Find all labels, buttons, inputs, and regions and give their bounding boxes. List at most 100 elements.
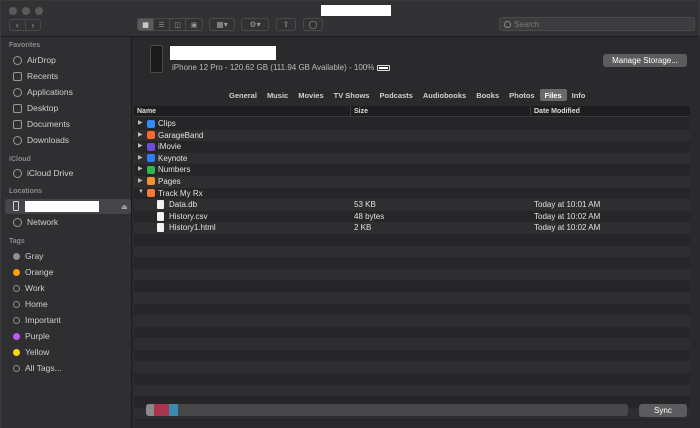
tab-general[interactable]: General bbox=[224, 89, 262, 101]
row-size: 2 KB bbox=[354, 223, 372, 233]
sidebar-item-documents[interactable]: Documents bbox=[13, 117, 70, 131]
table-row[interactable]: History1.html 2 KB Today at 10:02 AM bbox=[134, 222, 690, 234]
action-button[interactable]: ⚙▾ bbox=[241, 18, 269, 31]
zoom-window-icon[interactable] bbox=[35, 7, 43, 15]
table-row[interactable]: Data.db 53 KB Today at 10:01 AM bbox=[134, 199, 690, 211]
locations-section-title: Locations bbox=[9, 188, 43, 195]
sidebar-item-icloud-drive[interactable]: iCloud Drive bbox=[13, 166, 73, 180]
file-icon bbox=[157, 223, 164, 233]
applications-icon bbox=[13, 87, 22, 97]
tab-info[interactable]: Info bbox=[567, 89, 591, 101]
desktop-icon bbox=[13, 103, 22, 113]
storage-bar bbox=[146, 404, 628, 416]
table-row[interactable]: ▶ Pages bbox=[134, 175, 690, 188]
tab-photos[interactable]: Photos bbox=[504, 89, 539, 101]
table-row bbox=[134, 280, 690, 292]
table-row[interactable]: ▶ Numbers bbox=[134, 164, 690, 176]
eject-icon[interactable]: ⏏ bbox=[121, 203, 128, 211]
airdrop-icon bbox=[13, 55, 22, 65]
sidebar-tag-item[interactable]: Important bbox=[13, 313, 61, 327]
table-row[interactable]: ▶ GarageBand bbox=[134, 129, 690, 142]
app-icon bbox=[147, 131, 155, 140]
group-by-button[interactable]: ▦▾ bbox=[209, 18, 235, 31]
sidebar-item-applications[interactable]: Applications bbox=[13, 85, 73, 99]
tag-color-dot-icon bbox=[13, 348, 20, 356]
tag-color-dot-icon bbox=[13, 316, 20, 324]
sidebar-item-recents[interactable]: Recents bbox=[13, 69, 58, 83]
sync-button[interactable]: Sync bbox=[639, 404, 687, 417]
list-view-icon[interactable]: ☰ bbox=[154, 19, 170, 30]
tag-color-dot-icon bbox=[13, 300, 20, 308]
tab-audiobooks[interactable]: Audiobooks bbox=[418, 89, 471, 101]
manage-storage-button[interactable]: Manage Storage... bbox=[603, 54, 687, 67]
minimize-window-icon[interactable] bbox=[22, 7, 30, 15]
clock-icon bbox=[13, 71, 22, 81]
tab-music[interactable]: Music bbox=[262, 89, 293, 101]
table-row[interactable]: ▶ iMovie bbox=[134, 141, 690, 153]
tag-button[interactable]: ◯ bbox=[303, 18, 323, 31]
column-header-size[interactable]: Size bbox=[354, 108, 368, 115]
table-row[interactable]: ▶ Clips bbox=[134, 118, 690, 130]
sidebar-tag-item[interactable]: Work bbox=[13, 281, 45, 295]
tag-color-dot-icon bbox=[13, 252, 20, 260]
gallery-view-icon[interactable]: ▣ bbox=[186, 19, 202, 30]
sidebar-tag-item[interactable]: Purple bbox=[13, 329, 50, 343]
row-size: 53 KB bbox=[354, 200, 376, 210]
sidebar-item-label: Work bbox=[25, 283, 45, 293]
sidebar-tag-item[interactable]: Home bbox=[13, 297, 48, 311]
sidebar-item-network[interactable]: Network bbox=[13, 215, 58, 229]
table-row bbox=[134, 268, 690, 281]
disclosure-closed-icon[interactable]: ▶ bbox=[138, 154, 143, 161]
tag-color-dot-icon bbox=[13, 332, 20, 340]
tab-movies[interactable]: Movies bbox=[293, 89, 328, 101]
disclosure-closed-icon[interactable]: ▶ bbox=[138, 165, 143, 172]
back-chevron-icon[interactable]: ‹ bbox=[10, 20, 26, 30]
row-size: 48 bytes bbox=[354, 211, 385, 221]
sidebar-item-desktop[interactable]: Desktop bbox=[13, 101, 58, 115]
icon-view-icon[interactable]: ▦ bbox=[138, 19, 154, 30]
finder-window: ‹ › ▦ ☰ ◫ ▣ ▦▾ ⚙▾ ⇧ ◯ Favorites bbox=[0, 0, 700, 428]
disclosure-open-icon[interactable]: ▼ bbox=[138, 189, 144, 195]
gear-icon: ⚙▾ bbox=[249, 20, 261, 29]
column-header-date[interactable]: Date Modified bbox=[534, 108, 580, 115]
table-row[interactable]: ▼ Track My Rx bbox=[134, 187, 690, 200]
sidebar-tag-item[interactable]: Orange bbox=[13, 265, 53, 279]
tab-files[interactable]: Files bbox=[539, 89, 567, 101]
share-button[interactable]: ⇧ bbox=[276, 18, 296, 31]
row-name: History.csv bbox=[169, 211, 208, 221]
tag-color-dot-icon bbox=[13, 268, 20, 276]
table-row bbox=[134, 373, 690, 385]
table-row bbox=[134, 349, 690, 362]
column-header-name[interactable]: Name bbox=[137, 108, 156, 115]
tab-tv-shows[interactable]: TV Shows bbox=[329, 89, 375, 101]
table-row[interactable]: ▶ Keynote bbox=[134, 152, 690, 165]
tab-podcasts[interactable]: Podcasts bbox=[374, 89, 417, 101]
disclosure-closed-icon[interactable]: ▶ bbox=[138, 177, 143, 184]
device-name-redacted bbox=[25, 201, 99, 212]
sidebar-tag-item[interactable]: All Tags... bbox=[13, 361, 62, 375]
forward-chevron-icon[interactable]: › bbox=[26, 20, 41, 30]
close-window-icon[interactable] bbox=[9, 7, 17, 15]
app-icon bbox=[147, 165, 155, 174]
sidebar-item-label: Purple bbox=[25, 331, 50, 341]
sidebar-tag-item[interactable]: Gray bbox=[13, 249, 43, 263]
row-date: Today at 10:01 AM bbox=[534, 200, 601, 210]
sidebar-item-label: Home bbox=[25, 299, 48, 309]
storage-segment bbox=[168, 404, 179, 416]
sidebar-item-downloads[interactable]: Downloads bbox=[13, 133, 69, 147]
column-view-icon[interactable]: ◫ bbox=[170, 19, 186, 30]
sidebar-item-label: Important bbox=[25, 315, 61, 325]
sidebar-item-label: Downloads bbox=[27, 135, 70, 145]
row-name: iMovie bbox=[158, 142, 182, 152]
table-row[interactable]: History.csv 48 bytes Today at 10:02 AM bbox=[134, 210, 690, 223]
table-row bbox=[134, 303, 690, 316]
toolbar: ‹ › ▦ ☰ ◫ ▣ ▦▾ ⚙▾ ⇧ ◯ bbox=[1, 1, 699, 37]
search-input[interactable] bbox=[514, 19, 684, 29]
tab-books[interactable]: Books bbox=[471, 89, 504, 101]
disclosure-closed-icon[interactable]: ▶ bbox=[138, 131, 143, 138]
sidebar-item-airdrop[interactable]: AirDrop bbox=[13, 53, 56, 67]
search-field[interactable] bbox=[499, 17, 695, 31]
sidebar-tag-item[interactable]: Yellow bbox=[13, 345, 49, 359]
disclosure-closed-icon[interactable]: ▶ bbox=[138, 142, 143, 149]
disclosure-closed-icon[interactable]: ▶ bbox=[138, 119, 143, 126]
